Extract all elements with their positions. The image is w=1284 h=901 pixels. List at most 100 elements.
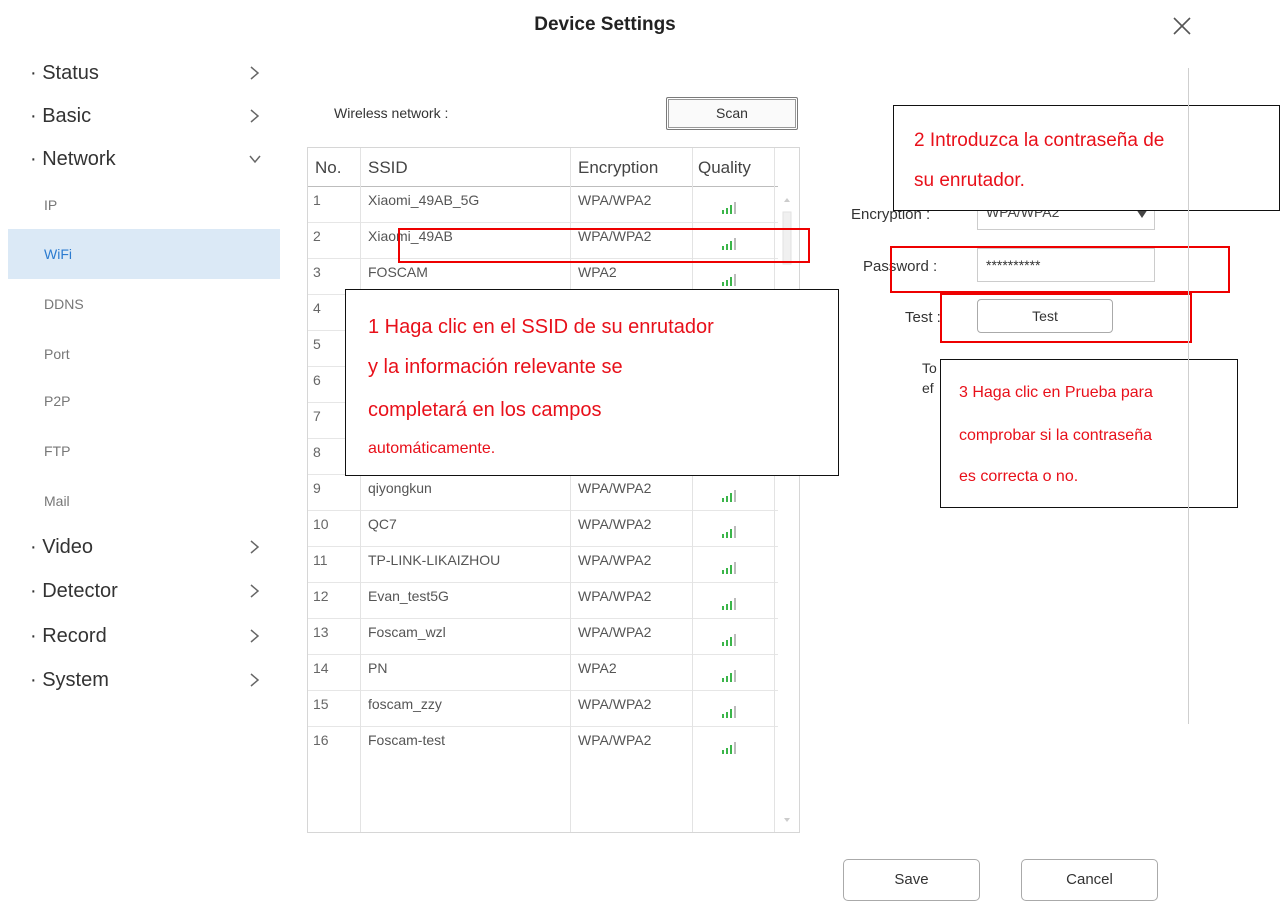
- sidebar-item-video[interactable]: · Video: [8, 524, 280, 570]
- row-number: 10: [313, 516, 329, 532]
- row-encryption: WPA/WPA2: [578, 696, 652, 712]
- row-number: 6: [313, 372, 321, 388]
- table-row[interactable]: 10 QC7 WPA/WPA2: [308, 510, 778, 547]
- table-row[interactable]: 15 foscam_zzy WPA/WPA2: [308, 690, 778, 727]
- sidebar-item-system[interactable]: · System: [8, 657, 280, 703]
- row-number: 13: [313, 624, 329, 640]
- row-ssid: TP-LINK-LIKAIZHOU: [368, 552, 501, 568]
- table-row[interactable]: 13 Foscam_wzl WPA/WPA2: [308, 618, 778, 655]
- sidebar-item-p2p[interactable]: P2P: [8, 378, 280, 424]
- signal-icon: [722, 525, 738, 541]
- column-header-ssid: SSID: [368, 158, 408, 177]
- annotation-step-1-line-3: completará en los campos: [368, 399, 602, 421]
- annotation-step-2: 2 Introduzca la contraseña de su enrutad…: [893, 105, 1280, 211]
- chevron-right-icon: [250, 673, 260, 687]
- annotation-step-3: 3 Haga clic en Prueba para comprobar si …: [940, 359, 1238, 508]
- annotation-step-3-line-1: 3 Haga clic en Prueba para: [959, 384, 1153, 401]
- row-ssid: Evan_test5G: [368, 588, 449, 604]
- signal-icon: [722, 597, 738, 613]
- row-number: 4: [313, 300, 321, 316]
- row-encryption: WPA/WPA2: [578, 480, 652, 496]
- sidebar-item-status[interactable]: · Status: [8, 50, 280, 96]
- sidebar-item-label: Port: [44, 346, 70, 362]
- row-number: 14: [313, 660, 329, 676]
- row-number: 15: [313, 696, 329, 712]
- annotation-step-3-line-3: es correcta o no.: [959, 468, 1079, 485]
- column-header-no: No.: [315, 158, 342, 177]
- table-row[interactable]: 16 Foscam-test WPA/WPA2: [308, 726, 778, 763]
- sidebar-item-ftp[interactable]: FTP: [8, 428, 280, 474]
- row-ssid: QC7: [368, 516, 397, 532]
- annotation-step-2-line-1: 2 Introduzca la contraseña de: [914, 130, 1165, 151]
- row-encryption: WPA2: [578, 264, 617, 280]
- highlight-password-field: [890, 246, 1230, 293]
- sidebar-item-record[interactable]: · Record: [8, 613, 280, 659]
- row-number: 11: [313, 552, 328, 568]
- sidebar-item-label: · Basic: [30, 105, 92, 127]
- row-encryption: WPA/WPA2: [578, 624, 652, 640]
- sidebar-item-label: · Status: [30, 62, 99, 84]
- row-ssid: Foscam-test: [368, 732, 446, 748]
- signal-icon: [722, 201, 738, 217]
- table-row[interactable]: 12 Evan_test5G WPA/WPA2: [308, 582, 778, 619]
- wireless-network-label: Wireless network :: [334, 105, 449, 121]
- annotation-step-1-line-1: 1 Haga clic en el SSID de su enrutador: [368, 316, 714, 338]
- row-number: 12: [313, 588, 329, 604]
- row-encryption: WPA2: [578, 660, 617, 676]
- row-number: 1: [313, 192, 321, 208]
- sidebar-item-wifi[interactable]: WiFi: [8, 229, 280, 279]
- cancel-button[interactable]: Cancel: [1021, 859, 1158, 901]
- table-row[interactable]: 14 PN WPA2: [308, 654, 778, 691]
- row-encryption: WPA/WPA2: [578, 732, 652, 748]
- signal-icon: [722, 705, 738, 721]
- highlight-test-button: [940, 293, 1192, 343]
- row-number: 5: [313, 336, 321, 352]
- column-divider: [360, 148, 361, 832]
- row-ssid: qiyongkun: [368, 480, 432, 496]
- row-number: 8: [313, 444, 321, 460]
- sidebar-item-ddns[interactable]: DDNS: [8, 281, 280, 327]
- row-ssid: FOSCAM: [368, 264, 428, 280]
- test-note-text: To: [922, 360, 937, 376]
- signal-icon: [722, 741, 738, 757]
- sidebar-item-label: · Video: [30, 536, 94, 558]
- row-ssid: Xiaomi_49AB_5G: [368, 192, 480, 208]
- sidebar-item-basic[interactable]: · Basic: [8, 93, 280, 139]
- sidebar-item-ip[interactable]: IP: [8, 182, 280, 228]
- sidebar-item-label: · System: [30, 669, 109, 691]
- row-encryption: WPA/WPA2: [578, 588, 652, 604]
- sidebar-item-detector[interactable]: · Detector: [8, 568, 280, 614]
- sidebar-item-label: P2P: [44, 393, 71, 409]
- dialog-title: Device Settings: [534, 14, 676, 35]
- table-row[interactable]: 1 Xiaomi_49AB_5G WPA/WPA2: [308, 186, 778, 223]
- table-scrollbar[interactable]: [779, 190, 795, 830]
- scan-button[interactable]: Scan: [666, 97, 798, 130]
- sidebar-item-label: Mail: [44, 493, 70, 509]
- sidebar-item-label: FTP: [44, 443, 71, 459]
- close-icon: [1173, 17, 1191, 35]
- row-encryption: WPA/WPA2: [578, 516, 652, 532]
- sidebar-item-mail[interactable]: Mail: [8, 478, 280, 524]
- close-button[interactable]: [1168, 12, 1196, 40]
- row-encryption: WPA/WPA2: [578, 192, 652, 208]
- sidebar-item-network[interactable]: · Network: [8, 136, 280, 182]
- table-row[interactable]: 11 TP-LINK-LIKAIZHOU WPA/WPA2: [308, 546, 778, 583]
- signal-icon: [722, 561, 738, 577]
- sidebar-item-label: · Detector: [30, 580, 118, 602]
- test-note-text: ef: [922, 380, 934, 396]
- sidebar-item-label: IP: [44, 197, 58, 213]
- row-number: 9: [313, 480, 321, 496]
- column-header-quality: Quality: [698, 158, 751, 177]
- chevron-right-icon: [250, 584, 260, 598]
- signal-icon: [722, 669, 738, 685]
- save-button[interactable]: Save: [843, 859, 980, 901]
- chevron-right-icon: [250, 66, 260, 80]
- row-ssid: foscam_zzy: [368, 696, 442, 712]
- highlight-ssid-row: [398, 228, 810, 263]
- sidebar-item-label: · Network: [30, 148, 116, 170]
- sidebar-item-label: DDNS: [44, 296, 84, 312]
- signal-icon: [722, 633, 738, 649]
- sidebar-item-port[interactable]: Port: [8, 331, 280, 377]
- table-row[interactable]: 9 qiyongkun WPA/WPA2: [308, 474, 778, 511]
- signal-icon: [722, 273, 738, 289]
